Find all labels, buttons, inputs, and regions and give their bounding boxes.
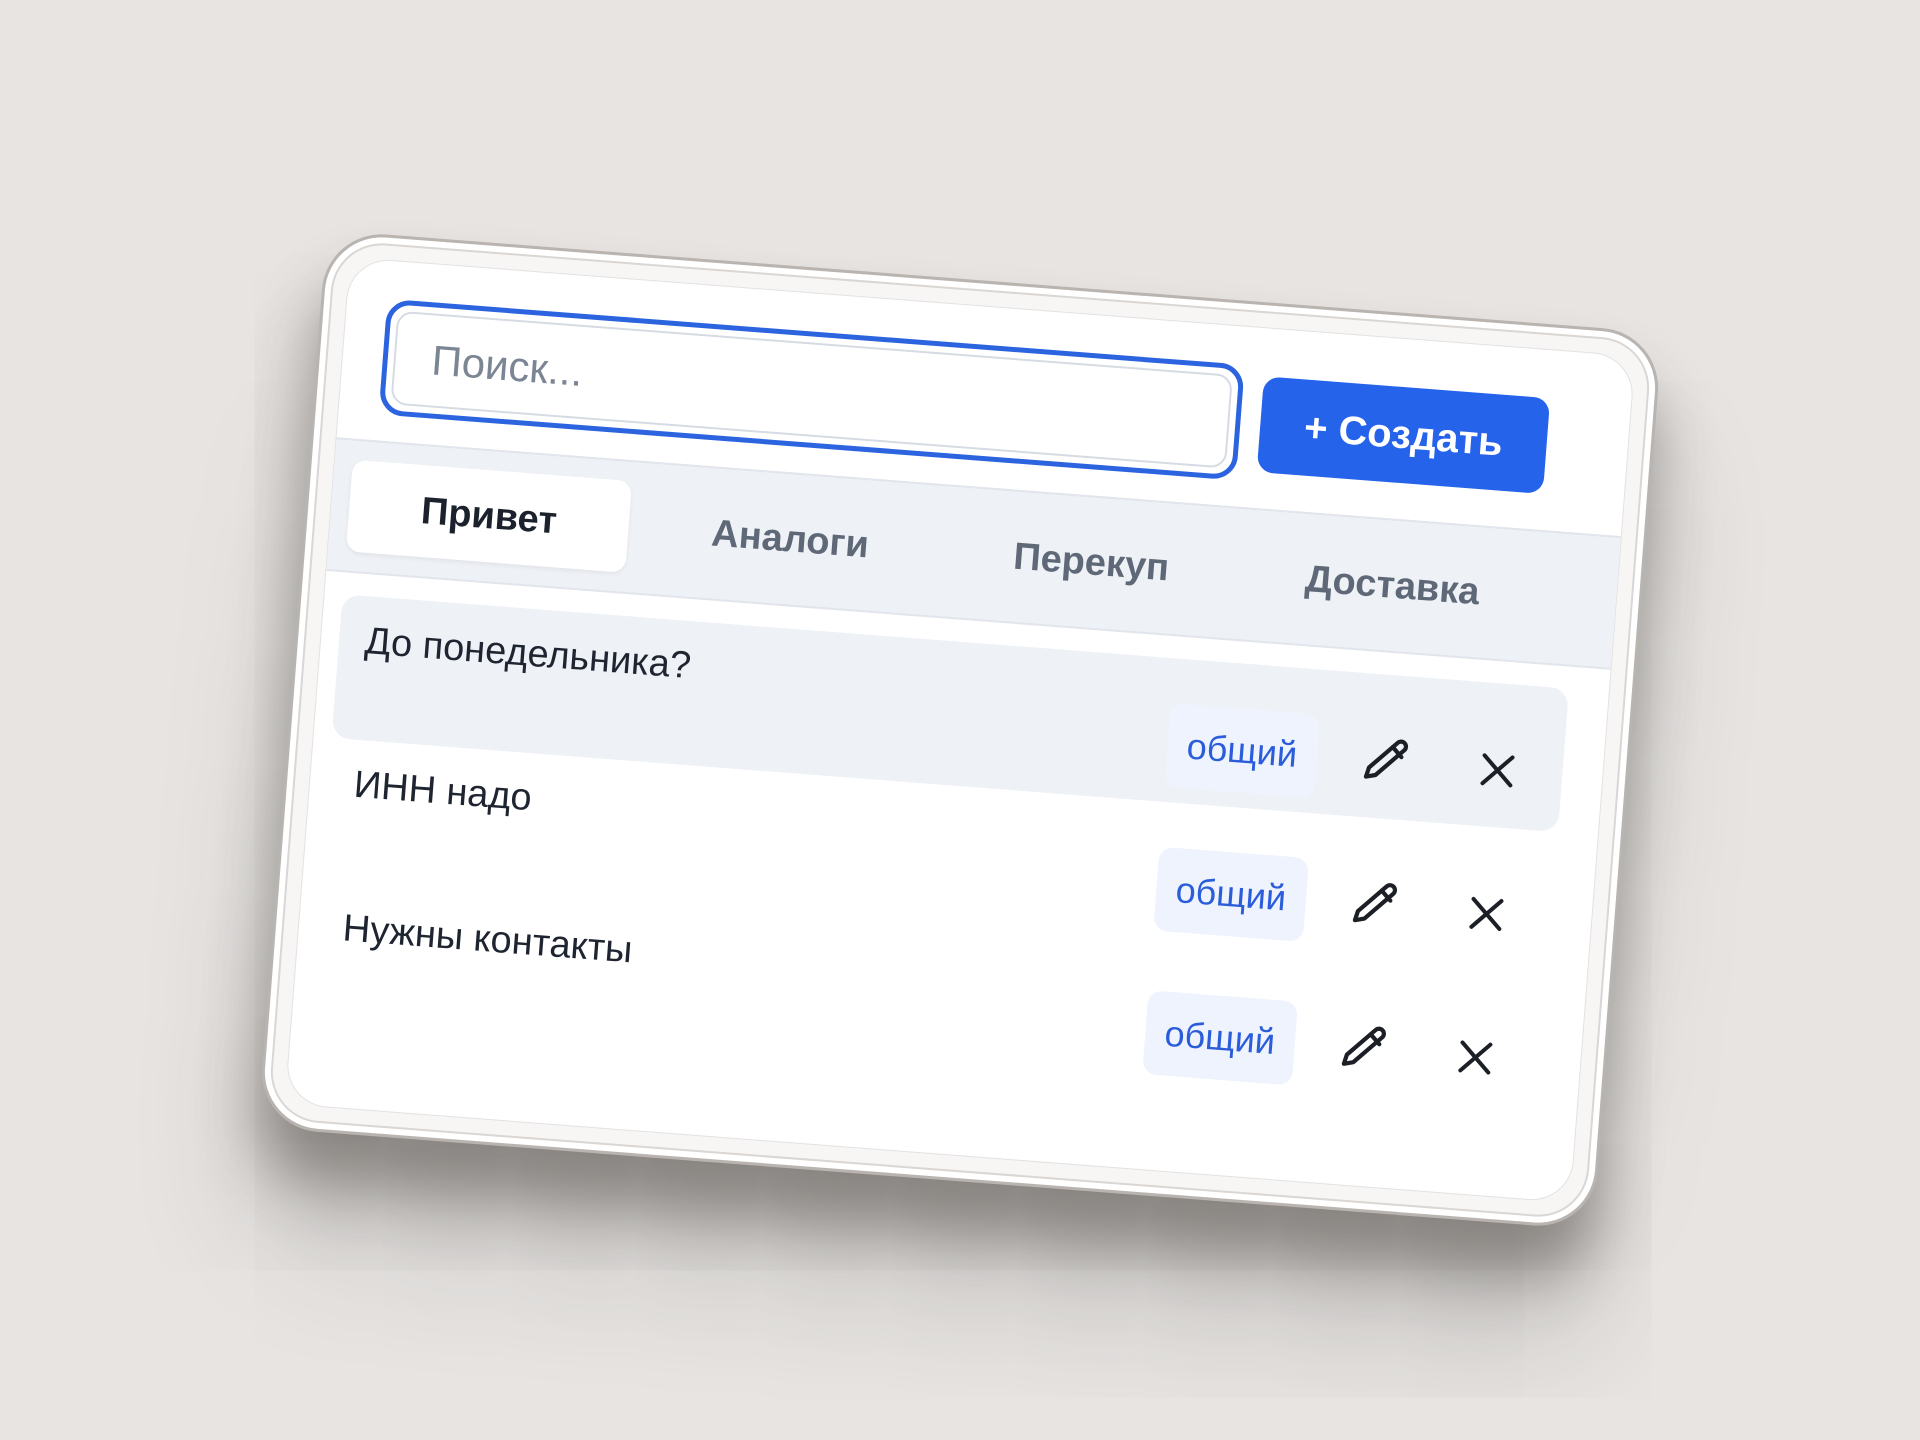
item-text: До понедельника?	[363, 620, 693, 688]
item-controls: общий	[1163, 702, 1544, 816]
snippet-list: До понедельника? общий ИНН надо общий Ну…	[309, 594, 1569, 1119]
create-button[interactable]: + Создать	[1256, 376, 1551, 495]
item-controls: общий	[1152, 846, 1533, 960]
close-icon[interactable]	[1451, 724, 1543, 816]
close-icon[interactable]	[1429, 1011, 1521, 1103]
pencil-icon[interactable]	[1329, 859, 1421, 951]
scope-badge: общий	[1141, 990, 1299, 1086]
item-controls: общий	[1141, 989, 1522, 1103]
pencil-icon[interactable]	[1318, 1003, 1410, 1095]
tab-analogi[interactable]: Аналоги	[647, 483, 933, 596]
tab-dostavka[interactable]: Доставка	[1249, 529, 1535, 642]
item-text: Нужны контакты	[341, 907, 634, 972]
device-frame: + Создать Привет Аналоги Перекуп Доставк…	[257, 229, 1663, 1231]
pencil-icon[interactable]	[1340, 716, 1432, 808]
tab-perekup[interactable]: Перекуп	[948, 506, 1234, 619]
backdrop: + Создать Привет Аналоги Перекуп Доставк…	[0, 0, 1920, 1440]
scope-badge: общий	[1152, 846, 1310, 942]
close-icon[interactable]	[1440, 868, 1532, 960]
snippets-panel: + Создать Привет Аналоги Перекуп Доставк…	[284, 256, 1636, 1204]
scope-badge: общий	[1163, 703, 1321, 799]
tab-privet[interactable]: Привет	[345, 459, 633, 573]
item-text: ИНН надо	[352, 763, 534, 820]
search-input[interactable]	[390, 310, 1234, 469]
